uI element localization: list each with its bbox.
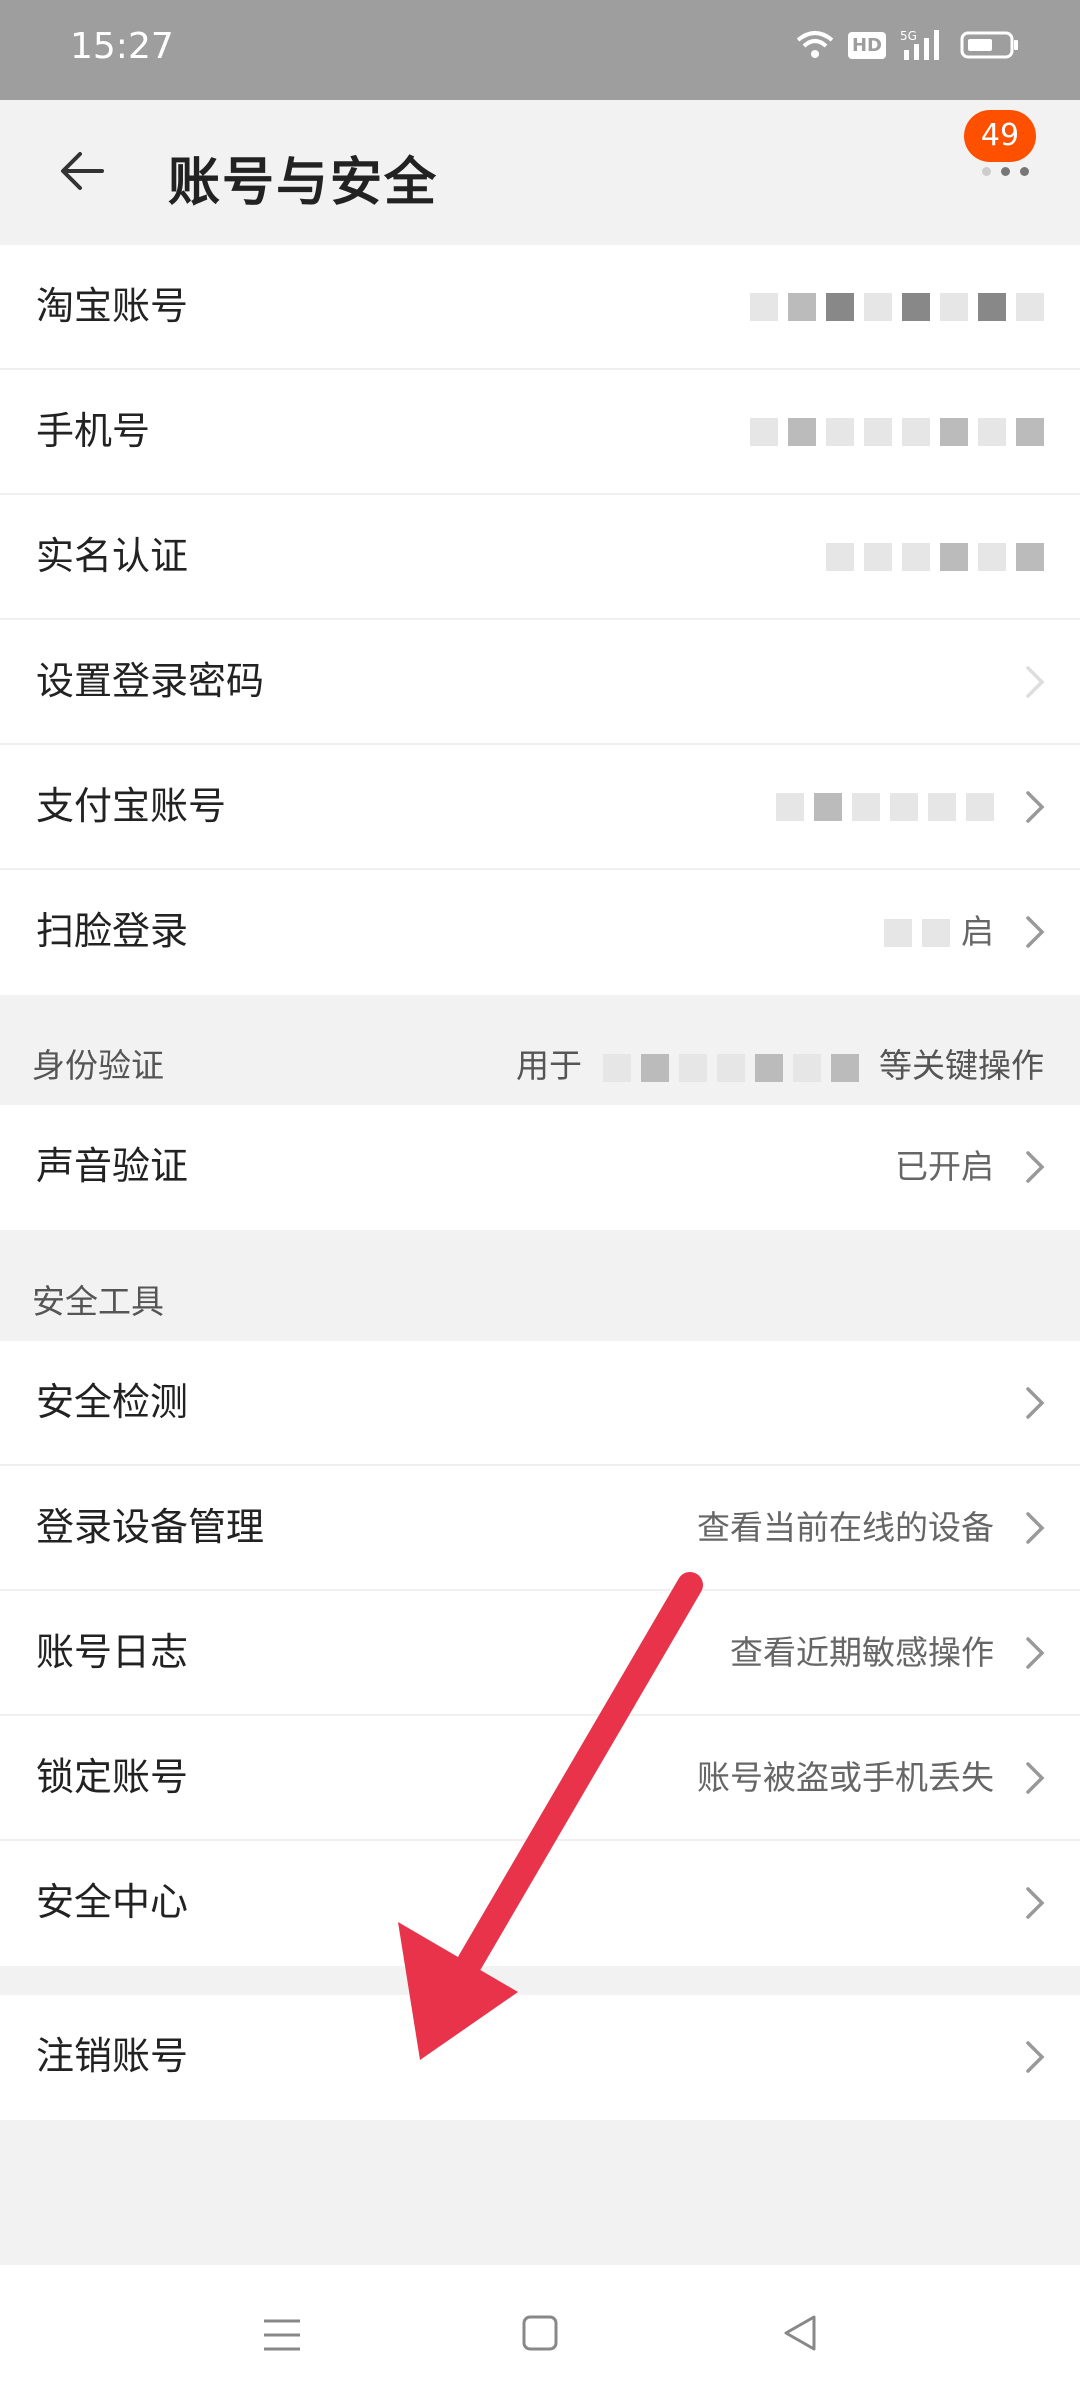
row-label: 安全检测 [36, 1380, 189, 1424]
row-label: 手机号 [36, 409, 151, 453]
status-time: 15:27 [70, 26, 174, 67]
chevron-right-icon [1026, 1762, 1045, 1794]
arrow-left-icon [61, 152, 104, 190]
row-value: 账号被盗或手机丢失 [697, 1758, 994, 1797]
row-label: 账号日志 [36, 1630, 189, 1674]
row-label: 淘宝账号 [36, 284, 189, 328]
chevron-right-icon [1026, 1887, 1045, 1919]
row-value: 启 [961, 912, 994, 951]
signal-icon: 5G [900, 28, 946, 62]
row-value: 查看近期敏感操作 [730, 1633, 994, 1672]
row-label: 声音验证 [36, 1144, 189, 1188]
system-nav-bar [0, 2265, 1080, 2400]
row-lock-account[interactable]: 锁定账号 账号被盗或手机丢失 [0, 1716, 1080, 1841]
back-triangle-icon [784, 2315, 816, 2351]
home-square-icon [522, 2315, 558, 2351]
row-security-center[interactable]: 安全中心 [0, 1841, 1080, 1966]
chevron-right-icon [1026, 2041, 1045, 2073]
status-icons: HD 5G [796, 28, 1020, 62]
nav-back-button[interactable] [780, 2313, 820, 2357]
masked-text [602, 1053, 859, 1082]
masked-value [776, 792, 994, 821]
cancel-group: 注销账号 [0, 1995, 1080, 2120]
row-label: 锁定账号 [36, 1755, 189, 1799]
row-label: 扫脸登录 [36, 909, 189, 953]
chevron-right-icon [1026, 1387, 1045, 1419]
note-suffix: 等关键操作 [879, 1046, 1044, 1085]
row-value: 查看当前在线的设备 [697, 1508, 994, 1547]
chevron-right-icon [1026, 1512, 1045, 1544]
hd-icon: HD [847, 31, 886, 59]
masked-value [826, 542, 1044, 571]
row-label: 安全中心 [36, 1880, 189, 1924]
chevron-right-icon [1026, 666, 1045, 698]
menu-icon [264, 2319, 300, 2351]
row-device-management[interactable]: 登录设备管理 查看当前在线的设备 [0, 1466, 1080, 1591]
row-label: 注销账号 [36, 2034, 189, 2078]
row-cancel-account[interactable]: 注销账号 [0, 1995, 1080, 2120]
row-value: 已开启 [895, 1147, 994, 1186]
status-bar: 15:27 HD 5G [0, 0, 1080, 100]
more-dot [1019, 166, 1029, 176]
page-title: 账号与安全 [168, 153, 439, 213]
row-account-log[interactable]: 账号日志 查看近期敏感操作 [0, 1591, 1080, 1716]
identity-group: 声音验证 已开启 [0, 1105, 1080, 1230]
nav-home-button[interactable] [520, 2313, 560, 2357]
note-prefix: 用于 [516, 1046, 582, 1085]
row-face-login[interactable]: 扫脸登录 启 [0, 870, 1080, 995]
masked-value [750, 292, 1044, 321]
row-label: 支付宝账号 [36, 784, 227, 828]
more-dot [1000, 166, 1010, 176]
chevron-right-icon [1026, 791, 1045, 823]
account-group: 淘宝账号 手机号 实名认证 设置登录密码 支付宝账号 扫脸登录 启 [0, 245, 1080, 995]
back-button[interactable] [50, 138, 116, 204]
row-label: 登录设备管理 [36, 1505, 265, 1549]
row-label: 实名认证 [36, 534, 189, 578]
chevron-right-icon [1026, 1637, 1045, 1669]
row-login-password[interactable]: 设置登录密码 [0, 620, 1080, 745]
row-security-check[interactable]: 安全检测 [0, 1341, 1080, 1466]
wifi-icon [796, 30, 834, 60]
nav-menu-button[interactable] [262, 2315, 302, 2359]
masked-value [750, 417, 1044, 446]
row-phone-number[interactable]: 手机号 [0, 370, 1080, 495]
more-dot [981, 166, 991, 176]
row-label: 设置登录密码 [36, 659, 265, 703]
notification-badge: 49 [964, 110, 1036, 162]
row-real-name[interactable]: 实名认证 [0, 495, 1080, 620]
masked-value [884, 918, 950, 947]
row-voice-verification[interactable]: 声音验证 已开启 [0, 1105, 1080, 1230]
row-taobao-account[interactable]: 淘宝账号 [0, 245, 1080, 370]
chevron-right-icon [1026, 916, 1045, 948]
chevron-right-icon [1026, 1151, 1045, 1183]
tools-group: 安全检测 登录设备管理 查看当前在线的设备 账号日志 查看近期敏感操作 锁定账号… [0, 1341, 1080, 1966]
header: 账号与安全 49 [0, 100, 1080, 242]
svg-text:5G: 5G [900, 29, 917, 43]
row-alipay-account[interactable]: 支付宝账号 [0, 745, 1080, 870]
battery-icon [960, 30, 1020, 60]
